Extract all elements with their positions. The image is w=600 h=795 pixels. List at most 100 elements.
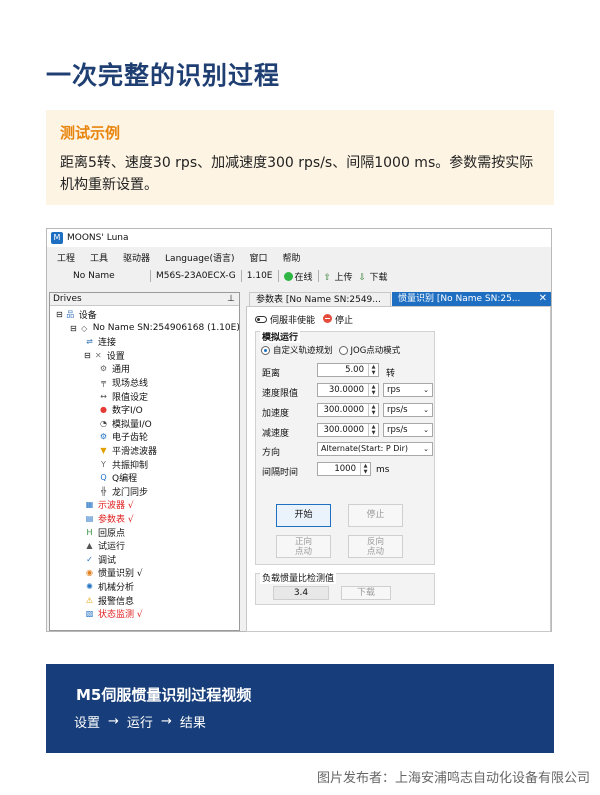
speed-unit-select[interactable]: rps ⌄ (383, 383, 433, 397)
drives-header: Drives ⊥ (50, 293, 239, 306)
menu-drive[interactable]: 驱动器 (123, 251, 150, 264)
toolbar-separator (317, 270, 319, 282)
spin-arrows-icon[interactable]: ▲ ▼ (368, 384, 378, 396)
expand-toggle-icon[interactable]: ⊟ (56, 310, 63, 319)
radio-custom[interactable] (261, 345, 270, 355)
drive-model: M56S-23A0ECX-G (156, 271, 236, 281)
direction-value: Alternate(Start: P Dir) (321, 444, 408, 453)
forward-jog-button[interactable]: 正向 点动 (276, 535, 331, 558)
accel-unit-select[interactable]: rps/s ⌄ (383, 403, 433, 417)
tree-item[interactable]: ⇌ 连接 (84, 335, 116, 348)
analog-io-icon: ◔ (100, 418, 107, 428)
tree-item[interactable]: ▲ 试运行 (84, 539, 125, 552)
inertia-icon: ◉ (86, 568, 93, 578)
spin-arrows-icon[interactable]: ▲ ▼ (360, 463, 370, 475)
menu-help[interactable]: 帮助 (283, 251, 301, 264)
tree-item[interactable]: ▧ 状态监测 √ (84, 607, 143, 620)
tree-item[interactable]: ╤ 现场总线 (98, 376, 148, 389)
tree-item[interactable]: ● 数字I/O (98, 403, 143, 416)
online-button[interactable]: 在线 (283, 270, 313, 283)
speed-label: 速度限值 (262, 389, 299, 399)
pin-icon[interactable]: ⊥ (227, 293, 235, 305)
tree-item[interactable]: H 回原点 (84, 526, 125, 539)
spin-arrows-icon[interactable]: ▲ ▼ (368, 364, 378, 376)
ratio-download-button[interactable]: 下载 (341, 586, 391, 600)
forward-jog-line1: 正向 (294, 537, 312, 547)
accel-input[interactable]: 300.0000 ▲ ▼ (317, 403, 379, 417)
warning-icon: ⚠ (85, 595, 94, 605)
tab-bar: 参数表 [No Name SN:2549... 惯量识别 [No Name SN… (244, 292, 552, 306)
reverse-jog-button[interactable]: 反向 点动 (348, 535, 403, 558)
start-button[interactable]: 开始 (276, 504, 331, 527)
download-icon: ⇩ (358, 272, 367, 283)
interval-input[interactable]: 1000 ▲ ▼ (317, 462, 371, 476)
close-icon[interactable]: ✕ (539, 292, 547, 306)
tab-params[interactable]: 参数表 [No Name SN:2549... (249, 292, 391, 306)
tree-item[interactable]: ⚙ 通用 (98, 362, 130, 375)
decel-input[interactable]: 300.0000 ▲ ▼ (317, 423, 379, 437)
reverse-jog-line2: 点动 (366, 547, 384, 557)
tree-item[interactable]: ⚠ 报警信息 (84, 594, 134, 607)
tree-item[interactable]: ╬ 龙门同步 (98, 485, 148, 498)
servo-off-button[interactable]: 伺服非使能 (255, 313, 315, 326)
step-result: 结果 (179, 716, 206, 731)
toolbar-separator (150, 270, 151, 282)
tree-item[interactable]: Y 共振抑制 (98, 458, 148, 471)
direction-select[interactable]: Alternate(Start: P Dir) ⌄ (317, 442, 433, 456)
interval-label: 间隔时间 (262, 468, 299, 478)
stop-icon (323, 314, 333, 323)
tree-item[interactable]: Q Q编程 (98, 471, 137, 484)
gantry-icon: ╬ (101, 486, 106, 496)
tree-item-label: 调试 (98, 555, 117, 566)
distance-input[interactable]: 5.00 ▲ ▼ (317, 363, 379, 377)
tree-item[interactable]: ✺ 机械分析 (84, 580, 134, 593)
tree-item[interactable]: ✓ 调试 (84, 553, 116, 566)
tree-item[interactable]: ⊟ ◇ No Name SN:254906168 (1.10E) (70, 322, 240, 335)
stop-toolbar-button[interactable]: 停止 (315, 313, 353, 326)
radio-jog[interactable] (338, 345, 348, 355)
tree-item[interactable]: ⊟ 品设备 (56, 308, 97, 321)
menu-tools[interactable]: 工具 (90, 251, 108, 264)
tree-item-label: 试运行 (98, 542, 126, 553)
tree-item-label: No Name SN:254906168 (1.10E) (92, 323, 240, 334)
download-toolbar-button[interactable]: ⇩ 下载 (359, 270, 388, 283)
tree-item-label: 模拟量I/O (112, 419, 152, 430)
speed-input[interactable]: 30.0000 ▲ ▼ (317, 383, 379, 397)
menu-window[interactable]: 窗口 (250, 251, 268, 264)
upload-button[interactable]: ⇧ 上传 (324, 270, 353, 283)
menu-project[interactable]: 工程 (57, 251, 75, 264)
tree-item-label: 示波器 √ (98, 501, 134, 512)
tree-item-label: 平滑滤波器 (112, 447, 158, 457)
tree-item[interactable]: ⚙ 电子齿轮 (98, 430, 148, 443)
menu-language[interactable]: Language(语言) (165, 251, 234, 264)
tree-item[interactable]: ▦ 示波器 √ (84, 498, 134, 511)
online-status-icon (283, 271, 293, 281)
toolbar-separator (240, 270, 242, 282)
tree-item-label: 惯量识别 √ (98, 569, 143, 580)
expand-toggle-icon[interactable]: ⊟ (70, 324, 77, 333)
servo-toolbar: 伺服非使能 停止 (255, 313, 353, 326)
tab-inertia[interactable]: 惯量识别 [No Name SN:25... ✕ (392, 292, 551, 306)
spin-arrows-icon[interactable]: ▲ ▼ (368, 424, 378, 436)
chevron-down-icon: ⌄ (423, 406, 429, 414)
drives-panel: Drives ⊥ ⊟ 品设备 ⊟ ◇ No Name SN:254906168 (1.1… (49, 292, 240, 631)
expand-toggle-icon[interactable]: ⊟ (84, 351, 91, 360)
tree-item-label: 状态监测 √ (98, 610, 143, 621)
oscilloscope-icon: ▦ (85, 500, 94, 510)
tree-item-label: 通用 (112, 365, 131, 376)
spin-arrows-icon[interactable]: ▲ ▼ (368, 404, 378, 416)
tree-item[interactable]: ◉ 惯量识别 √ (84, 566, 143, 579)
tree-item[interactable]: ⊟ ✕ 设置 (84, 349, 125, 362)
tree-item[interactable]: ▤ 参数表 √ (84, 512, 134, 525)
accel-label: 加速度 (262, 409, 290, 419)
stop-toolbar-label: 停止 (335, 316, 354, 326)
tree-item-label: Q编程 (112, 474, 138, 485)
tree-item[interactable]: ▼ 平滑滤波器 (98, 444, 157, 457)
stop-button[interactable]: 停止 (348, 504, 403, 527)
example-heading: 测试示例 (60, 124, 121, 142)
tree-item[interactable]: ◔ 模拟量I/O (98, 417, 152, 430)
decel-unit-select[interactable]: rps/s ⌄ (383, 423, 433, 437)
speed-unit: rps (387, 385, 401, 395)
test-run-icon: ▲ (86, 541, 93, 551)
tree-item[interactable]: ↔ 限值设定 (98, 390, 148, 403)
